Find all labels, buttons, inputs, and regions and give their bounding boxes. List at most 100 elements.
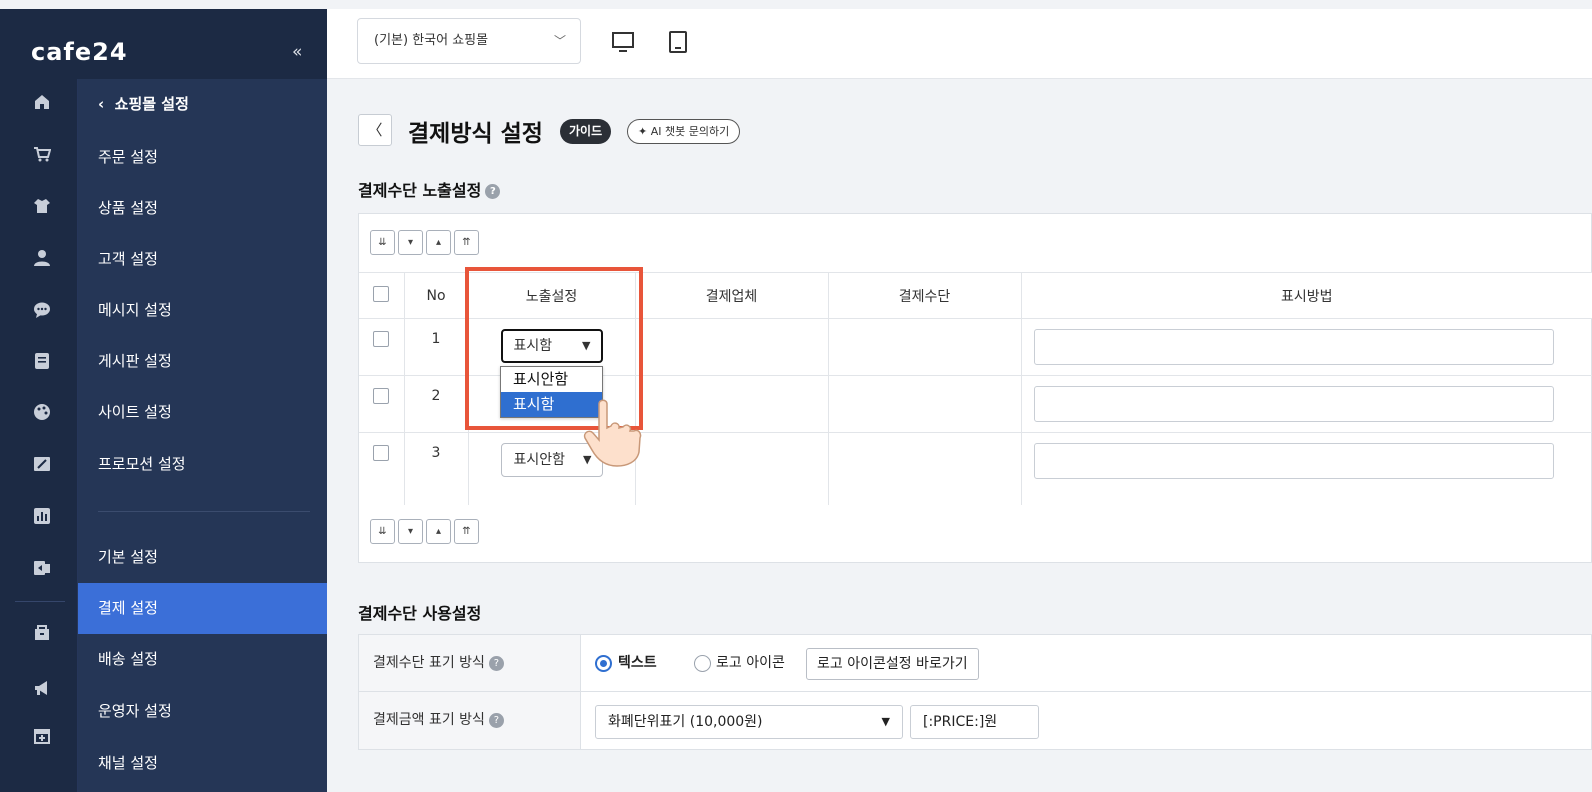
display-mode-label-text: 결제수단 표기 방식: [373, 655, 485, 671]
ai-chatbot-button[interactable]: ✦ AI 챗봇 문의하기: [627, 119, 741, 144]
exchange-icon[interactable]: [33, 559, 51, 577]
back-chevron-icon: ‹: [98, 95, 105, 113]
price-format-input[interactable]: [:PRICE:]원: [910, 705, 1039, 739]
main-content: 〈 결제방식 설정 가이드 ✦ AI 챗봇 문의하기 결제수단 노출설정? ⇊ …: [327, 79, 1592, 792]
menu-item-site[interactable]: 사이트 설정: [78, 387, 327, 438]
megaphone-icon[interactable]: [33, 679, 51, 697]
currency-format-value: 화폐단위표기 (10,000원): [608, 714, 763, 730]
display-mode-row: 결제수단 표기 방식? 텍스트 로고 아이콘 로고 아이콘설정 바로가기: [359, 635, 1591, 692]
pointer-hand-icon: [583, 399, 642, 467]
back-button[interactable]: 〈: [358, 114, 392, 146]
menu-item-label: 쇼핑몰 설정: [114, 95, 189, 113]
cafe24-logo[interactable]: cafe24: [31, 38, 128, 66]
menu-item-product[interactable]: 상품 설정: [78, 183, 327, 234]
row-no: 3: [404, 432, 469, 505]
menu-item-order[interactable]: 주문 설정: [78, 132, 327, 183]
move-top-icon[interactable]: ⇈: [454, 519, 479, 544]
menu-item-basic[interactable]: 기본 설정: [78, 532, 327, 583]
select-all-cell: [359, 272, 405, 319]
desktop-icon[interactable]: [612, 31, 634, 53]
mall-select[interactable]: (기본) 한국어 쇼핑몰 ﹀: [357, 18, 581, 64]
method-cell: [828, 375, 1022, 433]
display-cell: [1021, 318, 1592, 376]
menu-item-customer[interactable]: 고객 설정: [78, 234, 327, 285]
move-down-icon[interactable]: ▾: [398, 230, 423, 255]
promo-icon[interactable]: [33, 455, 51, 473]
app-shell: cafe24 « ‹ 쇼핑몰 설정 주문 설정 상품 설정 고객 설정 메시지 …: [0, 0, 1592, 792]
board-icon[interactable]: [33, 352, 51, 370]
move-top-icon[interactable]: ⇈: [454, 230, 479, 255]
usage-settings-table: 결제수단 표기 방식? 텍스트 로고 아이콘 로고 아이콘설정 바로가기 결제금…: [358, 634, 1592, 750]
order-buttons-top: ⇊ ▾ ▴ ⇈: [370, 230, 479, 255]
move-down-icon[interactable]: ▾: [398, 519, 423, 544]
brand-bar: cafe24 «: [0, 9, 327, 79]
menu-item-message[interactable]: 메시지 설정: [78, 285, 327, 336]
settings-menu: ‹ 쇼핑몰 설정 주문 설정 상품 설정 고객 설정 메시지 설정 게시판 설정…: [78, 79, 327, 792]
amount-mode-label: 결제금액 표기 방식?: [359, 692, 581, 749]
row-checkbox[interactable]: [373, 331, 390, 347]
add-app-icon[interactable]: [33, 727, 51, 745]
radio-text[interactable]: [595, 655, 612, 672]
chat-icon[interactable]: [33, 301, 51, 319]
row-checkbox[interactable]: [373, 445, 390, 461]
move-up-icon[interactable]: ▴: [426, 519, 451, 544]
collapse-sidebar-icon[interactable]: «: [292, 42, 302, 62]
row-no: 1: [404, 318, 469, 376]
currency-format-select[interactable]: 화폐단위표기 (10,000원) ▼: [595, 705, 903, 739]
display-mode-label: 결제수단 표기 방식?: [359, 635, 581, 691]
help-icon[interactable]: ?: [485, 184, 501, 199]
method-cell: [828, 432, 1022, 505]
column-header-display: 표시방법: [1021, 272, 1592, 319]
sparkle-icon: ✦: [638, 125, 648, 138]
amount-mode-row: 결제금액 표기 방식? 화폐단위표기 (10,000원) ▼ [:PRICE:]원: [359, 692, 1591, 749]
exposure-section-title: 결제수단 노출설정?: [358, 177, 501, 201]
display-input[interactable]: [1033, 329, 1554, 365]
chevron-down-icon: ▼: [881, 715, 890, 728]
display-cell: [1021, 375, 1592, 433]
exposure-title-text: 결제수단 노출설정: [358, 181, 482, 200]
provider-cell: [635, 432, 829, 505]
logo-icon-settings-button[interactable]: 로고 아이콘설정 바로가기: [806, 648, 979, 680]
radio-logo-label: 로고 아이콘: [716, 655, 785, 671]
home-icon[interactable]: [33, 93, 51, 111]
row-checkbox[interactable]: [373, 388, 390, 404]
help-icon[interactable]: ?: [488, 712, 504, 728]
user-icon[interactable]: [33, 249, 51, 267]
table-row: 3 표시안함 ▼: [359, 432, 1592, 505]
provider-cell: [635, 375, 829, 433]
menu-item-board[interactable]: 게시판 설정: [78, 336, 327, 387]
palette-icon[interactable]: [33, 403, 51, 421]
menu-item-channel[interactable]: 채널 설정: [78, 738, 327, 789]
display-input[interactable]: [1033, 443, 1554, 479]
usage-section-title: 결제수단 사용설정: [358, 604, 482, 623]
store-icon[interactable]: [33, 623, 51, 641]
order-buttons-bottom: ⇊ ▾ ▴ ⇈: [370, 519, 479, 544]
column-header-provider: 결제업체: [635, 272, 829, 319]
chevron-left-icon: 〈: [367, 121, 383, 139]
chart-icon[interactable]: [33, 507, 51, 525]
guide-button[interactable]: 가이드: [560, 119, 612, 144]
menu-item-shipping[interactable]: 배송 설정: [78, 634, 327, 685]
help-icon[interactable]: ?: [488, 655, 504, 671]
row-checkbox-cell: [359, 375, 405, 433]
move-bottom-icon[interactable]: ⇊: [370, 230, 395, 255]
chevron-down-icon: ﹀: [553, 34, 566, 48]
move-up-icon[interactable]: ▴: [426, 230, 451, 255]
menu-item-operator[interactable]: 운영자 설정: [78, 686, 327, 737]
radio-text-label: 텍스트: [618, 655, 657, 671]
move-bottom-icon[interactable]: ⇊: [370, 519, 395, 544]
menu-item-payment[interactable]: 결제 설정: [78, 583, 327, 634]
radio-logo-icon[interactable]: [694, 655, 711, 672]
select-all-checkbox[interactable]: [373, 285, 390, 302]
mobile-icon[interactable]: [667, 31, 689, 53]
page-title: 결제방식 설정: [408, 121, 543, 147]
menu-item-promotion[interactable]: 프로모션 설정: [78, 439, 327, 490]
mall-select-value: (기본) 한국어 쇼핑몰: [374, 33, 489, 48]
menu-item-shop-settings[interactable]: ‹ 쇼핑몰 설정: [78, 79, 327, 130]
cart-icon[interactable]: [33, 145, 51, 163]
top-bar: (기본) 한국어 쇼핑몰 ﹀: [327, 9, 1592, 79]
row-checkbox-cell: [359, 318, 405, 376]
display-cell: [1021, 432, 1592, 505]
shirt-icon[interactable]: [33, 197, 51, 215]
display-input[interactable]: [1033, 386, 1554, 422]
